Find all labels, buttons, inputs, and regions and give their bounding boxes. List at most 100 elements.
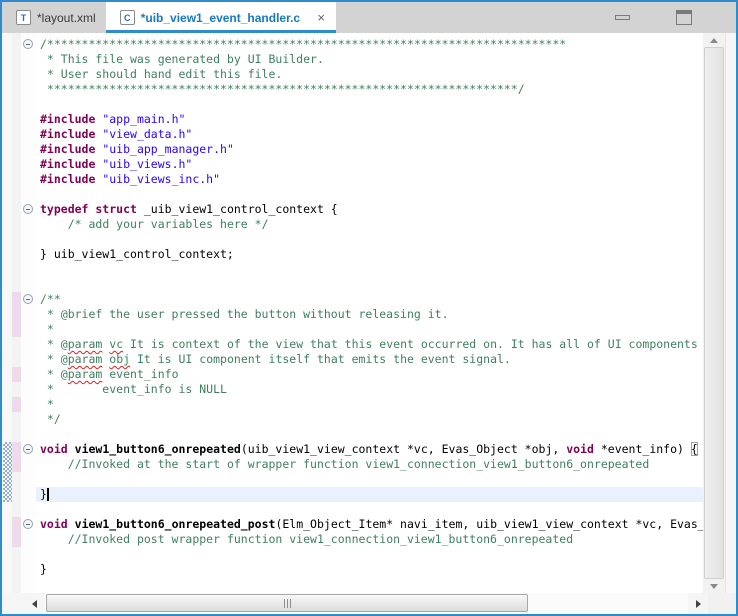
code-line[interactable]: /** [36,292,703,307]
quick-diff-marker [12,292,21,307]
quick-diff-marker [12,307,21,322]
code-line[interactable]: #include "app_main.h" [36,112,703,127]
code-line[interactable] [36,577,703,592]
quick-diff-ruler [12,33,21,593]
code-line[interactable] [36,547,703,562]
thumb-grip [287,599,288,608]
code-token: #include [40,172,95,186]
code-line[interactable]: */ [36,412,703,427]
code-line[interactable]: * [36,322,703,337]
code-line[interactable]: * [36,397,703,412]
code-line[interactable]: void view1_button6_onrepeated_post(Elm_O… [36,517,703,532]
maximize-view-button[interactable] [676,2,692,33]
misspelled-word: obj [109,352,130,366]
code-line[interactable]: * @brief the user pressed the button wit… [36,307,703,322]
code-line[interactable] [36,97,703,112]
horizontal-scrollbar[interactable] [2,593,736,614]
quick-diff-marker [12,442,21,457]
thumb-grip [284,599,285,608]
editor-window: T *layout.xml C *uib_view1_event_handler… [0,0,738,616]
minimize-icon [615,15,630,20]
quick-diff-marker [12,322,21,337]
vertical-scrollbar-thumb[interactable] [704,47,724,579]
code-line[interactable]: /* add your variables here */ [36,217,703,232]
code-token: typedef struct [40,202,137,216]
minimize-view-button[interactable] [615,2,630,33]
code-line[interactable] [36,232,703,247]
code-token: //Invoked post wrapper function view1_co… [68,532,573,546]
scroll-right-arrow[interactable] [688,593,708,614]
fold-collapse-icon[interactable] [23,519,33,529]
code-line[interactable]: #include "uib_app_manager.h" [36,142,703,157]
code-line[interactable]: } uib_view1_control_context; [36,247,703,262]
code-line[interactable]: typedef struct _uib_view1_control_contex… [36,202,703,217]
fold-collapse-icon[interactable] [23,39,33,49]
code-token: } uib_view1_control_context; [40,247,234,261]
code-line[interactable] [36,277,703,292]
code-token: "uib_app_manager.h" [102,142,234,156]
code-token: //Invoked at the start of wrapper functi… [68,457,650,471]
fold-collapse-icon[interactable] [23,204,33,214]
quick-diff-marker [12,367,21,382]
overview-ruler [725,33,736,593]
code-token: #include [40,142,95,156]
c-file-icon: C [120,10,135,25]
code-line[interactable]: void view1_button6_onrepeated(uib_view1_… [36,442,703,457]
scroll-down-arrow[interactable] [703,579,725,593]
code-area[interactable]: /***************************************… [36,33,703,593]
quick-diff-marker [12,532,21,547]
xml-file-icon: T [16,10,31,25]
code-token: "view_data.h" [102,127,192,141]
quick-diff-marker [12,457,21,472]
code-line[interactable]: * event_info is NULL [36,382,703,397]
quick-diff-marker [12,517,21,532]
scroll-left-arrow[interactable] [24,593,44,614]
editor-area: /***************************************… [2,33,736,593]
matched-brace: { [691,442,698,456]
code-line[interactable]: /***************************************… [36,37,703,52]
code-line[interactable]: * @param event_info [36,367,703,382]
code-line[interactable]: } [36,562,703,577]
code-line[interactable]: } [36,487,703,502]
code-line[interactable]: * User should hand edit this file. [36,67,703,82]
code-token: * [40,322,54,336]
code-token: void [566,442,594,456]
tab-layout-xml[interactable]: T *layout.xml [2,2,106,33]
code-token [68,517,75,531]
code-token: } [40,562,47,576]
code-token: event_info [102,367,178,381]
code-line[interactable]: //Invoked at the start of wrapper functi… [36,457,703,472]
code-line[interactable]: #include "uib_views.h" [36,157,703,172]
code-token: void [40,517,68,531]
code-line[interactable] [36,502,703,517]
code-line[interactable]: //Invoked post wrapper function view1_co… [36,532,703,547]
tab-uib-view1-event-handler[interactable]: C *uib_view1_event_handler.c × [106,2,336,33]
range-indicator [3,442,12,502]
misspelled-word: param [68,352,103,366]
code-line[interactable] [36,472,703,487]
code-line[interactable]: #include "uib_views_inc.h" [36,172,703,187]
code-line[interactable] [36,427,703,442]
code-token: /** [40,292,61,306]
code-token: void [40,442,68,456]
code-line[interactable]: #include "view_data.h" [36,127,703,142]
code-line[interactable]: * @param vc It is context of the view th… [36,337,703,352]
vertical-scrollbar[interactable] [703,33,725,593]
fold-collapse-icon[interactable] [23,294,33,304]
code-line[interactable]: * @param obj It is UI component itself t… [36,352,703,367]
code-line[interactable]: ****************************************… [36,82,703,97]
horizontal-scrollbar-track[interactable] [44,593,688,614]
code-token: ****************************************… [40,82,525,96]
annotation-ruler[interactable] [2,33,12,593]
horizontal-scrollbar-thumb[interactable] [46,594,528,612]
scroll-up-arrow[interactable] [703,33,725,47]
code-token: #include [40,112,95,126]
folding-ruler [21,33,36,593]
close-tab-icon[interactable]: × [314,11,328,25]
code-line[interactable] [36,262,703,277]
code-line[interactable]: * This file was generated by UI Builder. [36,52,703,67]
fold-collapse-icon[interactable] [23,444,33,454]
misspelled-word: param [68,337,103,351]
code-line[interactable] [36,187,703,202]
code-token: * [40,397,54,411]
